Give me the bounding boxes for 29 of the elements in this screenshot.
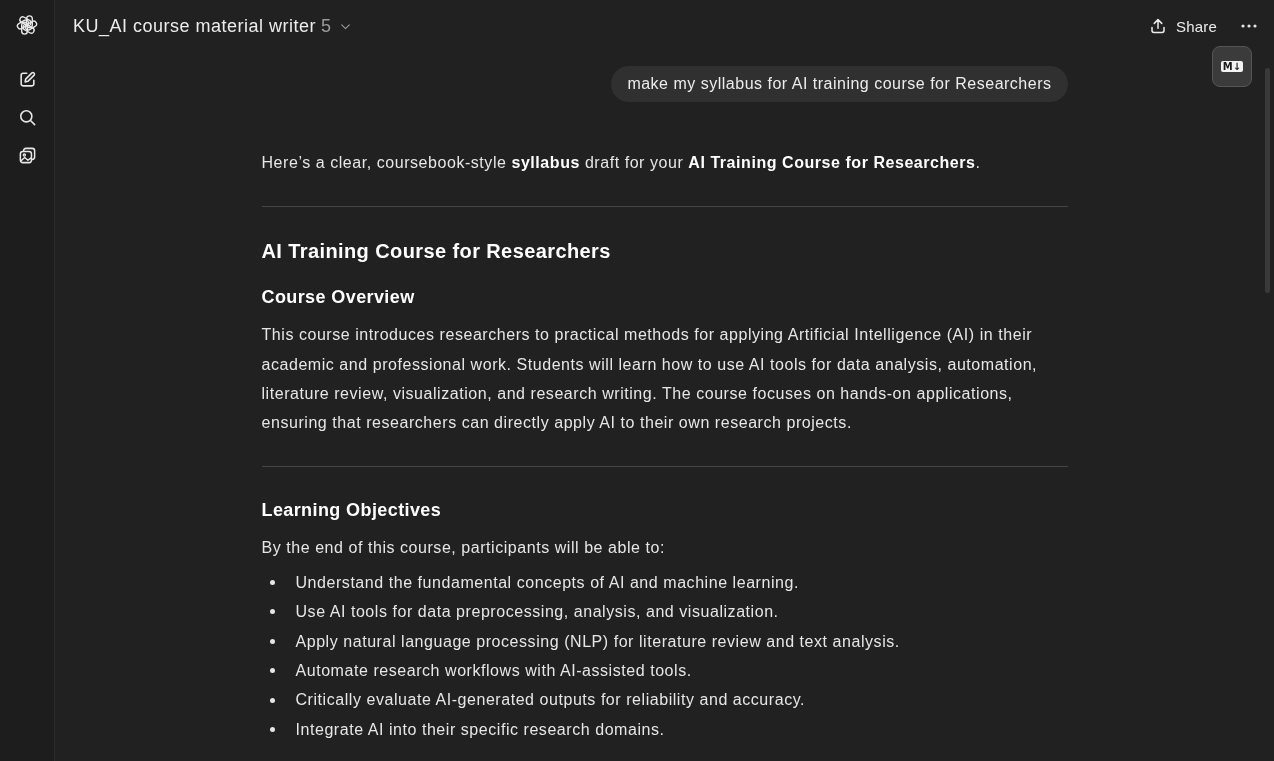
paragraph: This course introduces researchers to practical methods for applying Artificial Intelligence (AI) in their academic and professional work. Students will learn how to use AI tools for data analysis, automation, literature review, visualization, and research writing. The course focuses on hands-on applications, ensuring that researchers can directly apply AI to their own research projects. [261,325,1039,434]
list-item: Use AI tools for data preprocessing, analysis, and visualization. [295,602,779,623]
bullet-icon [269,638,275,644]
search-icon[interactable] [17,107,37,127]
heading: AI Training Course for Researchers [261,239,612,265]
paragraph: Here’s a clear, coursebook-style syllabus draft for your AI Training Course for Researchers. [261,153,982,173]
knot-logo-icon[interactable] [16,14,38,36]
user-message: make my syllabus for AI training course for Researchers [611,66,1068,102]
bullet-icon [269,580,275,585]
bullet-icon [269,727,275,732]
list-item: Understand the fundamental concepts of AI and machine learning. [295,572,799,593]
paragraph: By the end of this course, participants will be able to: [261,538,666,559]
section-heading: Course Overview [261,286,416,310]
pencil-square-icon[interactable] [17,69,37,89]
list-item: Automate research workflows with AI-assisted tools. [295,661,692,681]
more-icon[interactable] [1241,24,1257,28]
bullet-icon [269,609,275,615]
markdown-button[interactable]: M↓ [1212,46,1252,87]
list-item: Apply natural language processing (NLP) for literature review and text analysis. [295,631,900,652]
images-icon[interactable] [17,145,37,165]
scrollbar-thumb[interactable] [1265,68,1270,293]
share-icon [1148,17,1167,35]
share-button[interactable]: Share [1148,17,1217,35]
bullet-icon [269,668,275,674]
section-heading: Learning Objectives [261,499,443,523]
bullet-icon [269,697,275,703]
list-item: Integrate AI into their specific research domains. [295,719,665,740]
model-selector[interactable]: KU_AI course material writer 5 [73,15,352,37]
list-item: Critically evaluate AI-generated outputs for reliability and accuracy. [295,690,806,711]
